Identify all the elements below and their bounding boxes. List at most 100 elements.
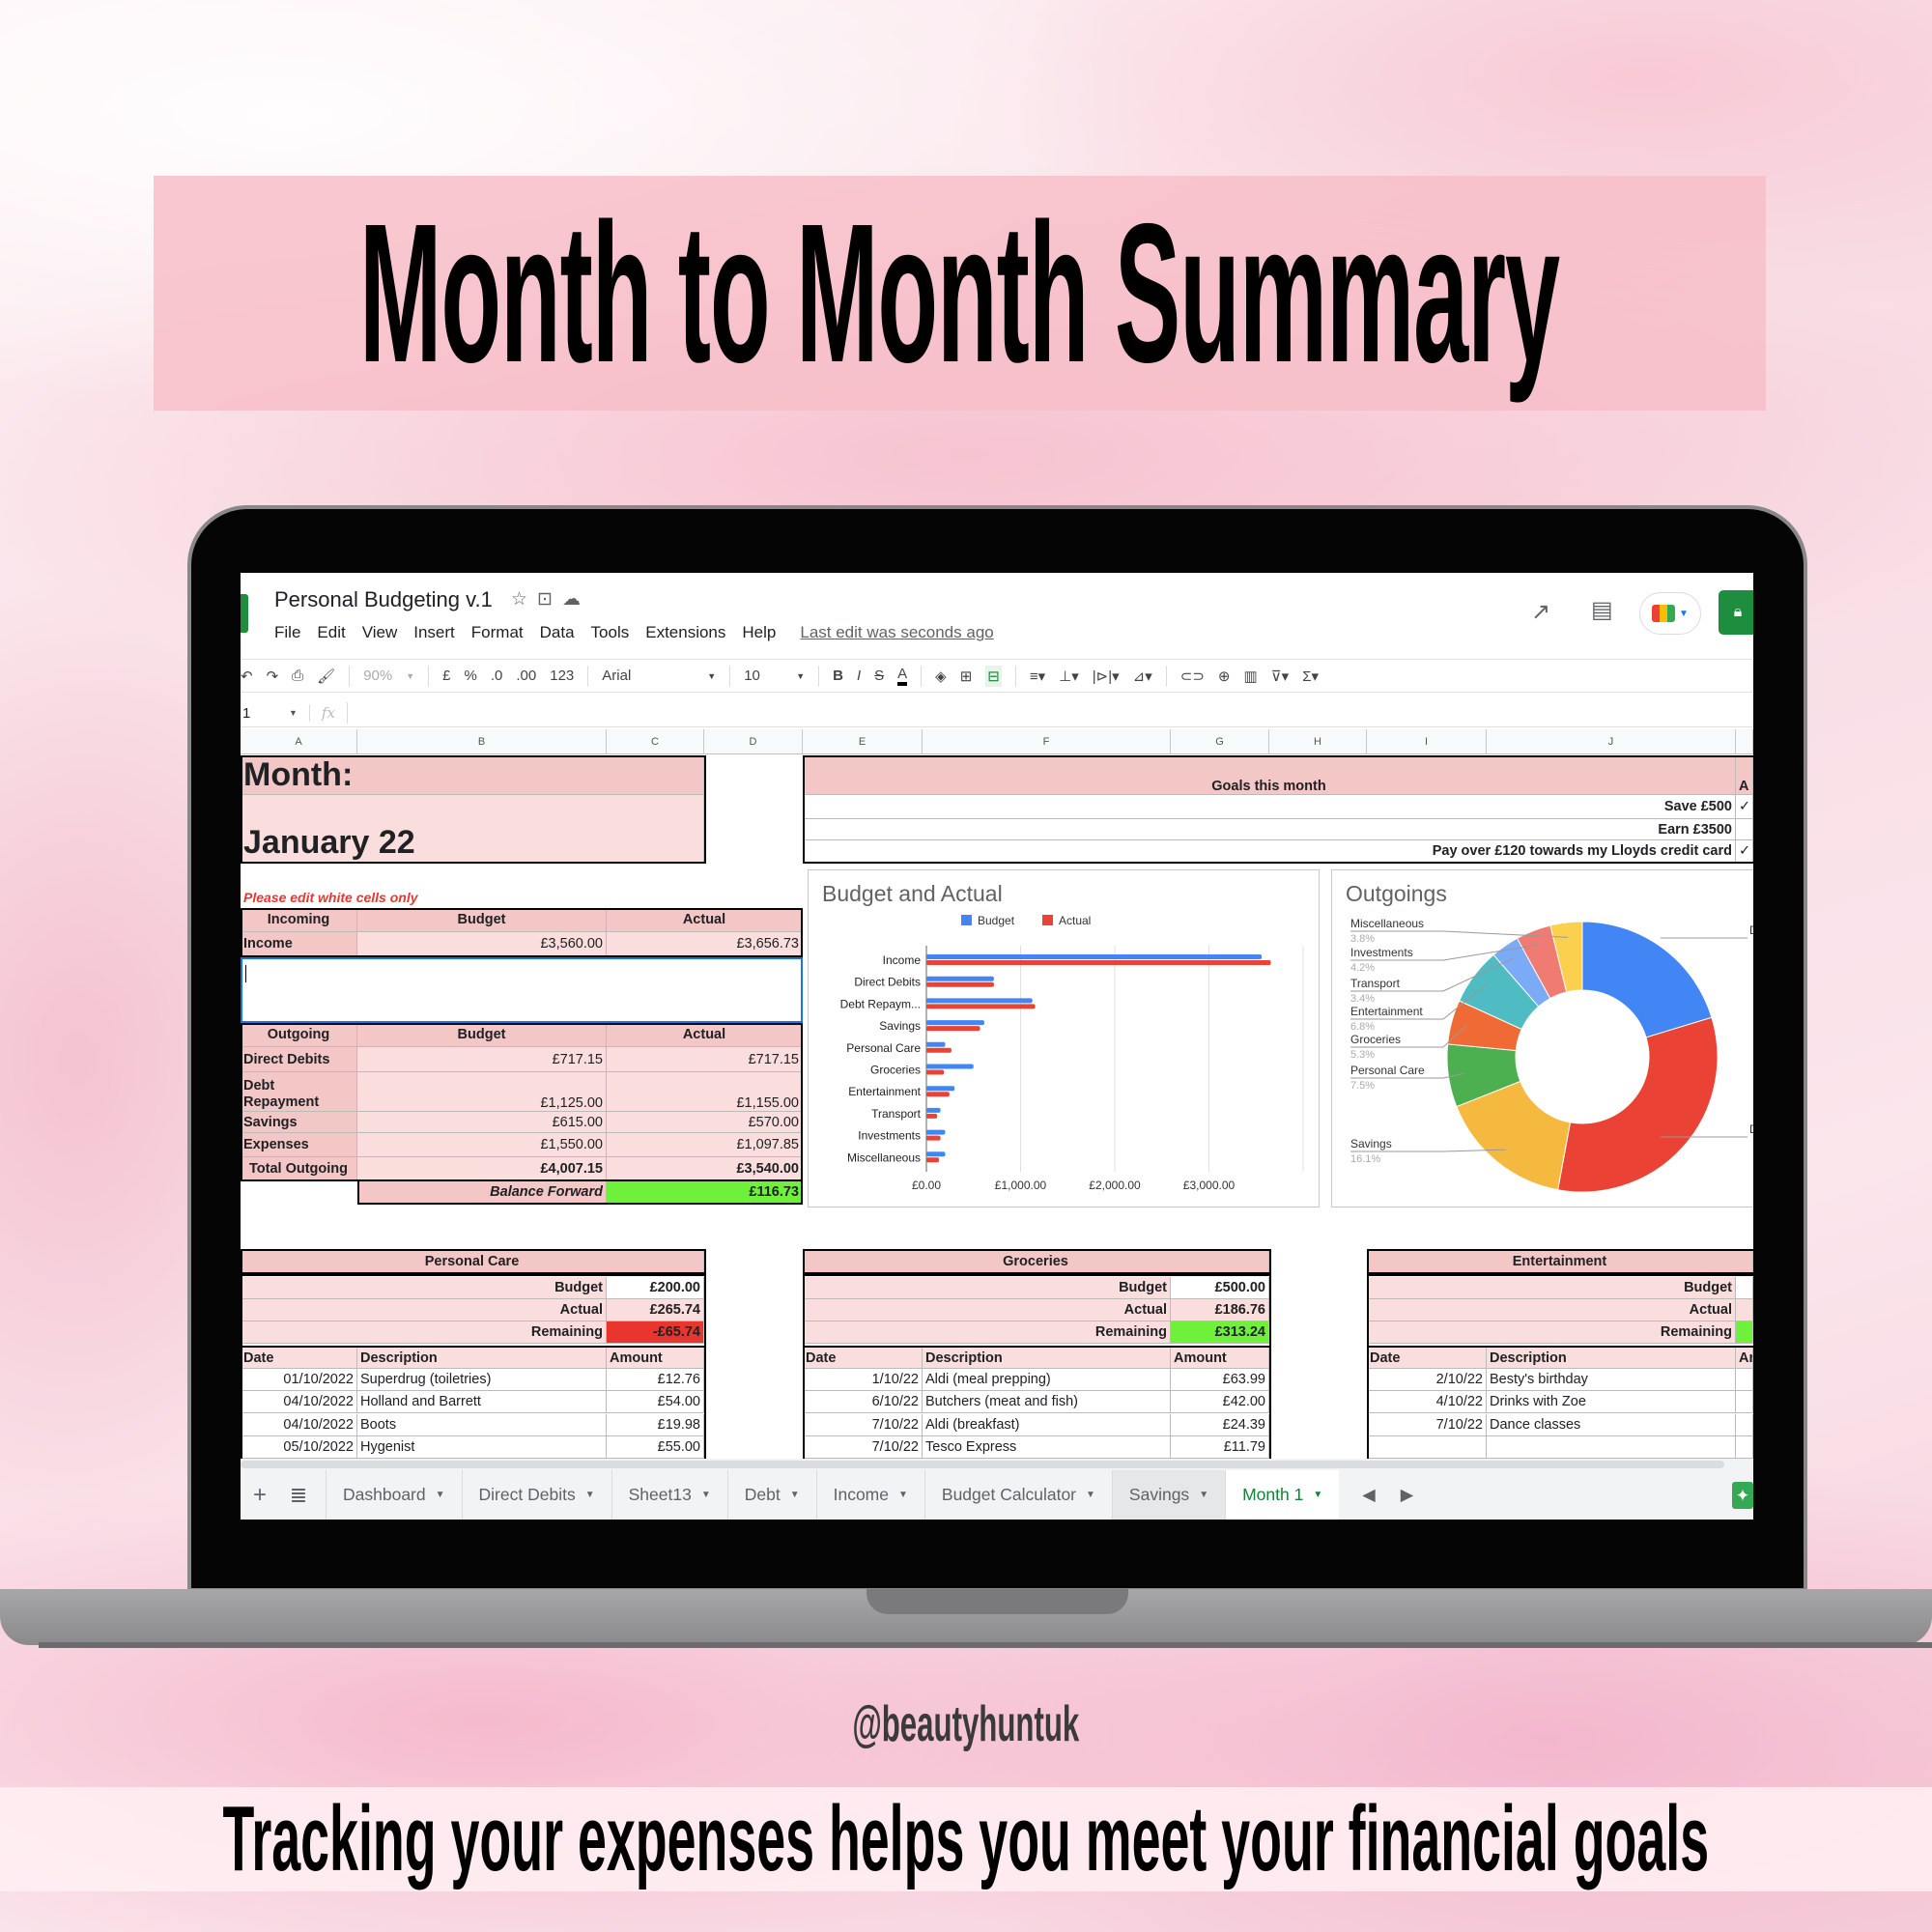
column-header[interactable]: J <box>1487 729 1736 754</box>
cloud-status-icon[interactable]: ☁ <box>562 589 590 610</box>
goal-check[interactable]: ✓ <box>1736 840 1753 863</box>
column-header[interactable]: B <box>357 729 607 754</box>
goal-item[interactable]: Earn £3500 <box>803 819 1736 840</box>
paint-format-icon[interactable]: 🖌︎ <box>317 668 335 685</box>
expense-row[interactable] <box>1736 1369 1753 1391</box>
expense-row[interactable]: 7/10/22 <box>803 1435 923 1459</box>
align-icon[interactable]: ≡▾ <box>1030 668 1045 685</box>
borders-icon[interactable]: ⊞ <box>960 668 973 685</box>
outgoing-row[interactable]: £1,097.85 <box>607 1133 803 1157</box>
currency-format-button[interactable]: £ <box>442 668 450 684</box>
menu-extensions[interactable]: Extensions <box>645 623 725 642</box>
expense-row[interactable]: £11.79 <box>1171 1435 1269 1459</box>
move-folder-icon[interactable]: ⊡ <box>537 589 562 610</box>
expense-row[interactable]: Tesco Express <box>923 1435 1171 1459</box>
expense-row[interactable]: Butchers (meat and fish) <box>923 1391 1171 1414</box>
menu-insert[interactable]: Insert <box>413 623 455 642</box>
column-header[interactable]: G <box>1171 729 1269 754</box>
expense-row[interactable]: Aldi (breakfast) <box>923 1413 1171 1436</box>
expense-row[interactable]: Boots <box>357 1413 607 1436</box>
strikethrough-button[interactable]: S <box>874 668 884 684</box>
sheet-tab-savings[interactable]: Savings ▼ <box>1111 1470 1226 1520</box>
share-lock-button[interactable]: 🔒︎ <box>1719 590 1753 635</box>
increase-decimal-button[interactable]: .00 <box>516 668 536 684</box>
expense-row[interactable]: £63.99 <box>1171 1369 1269 1391</box>
sheet-tab-sheet13[interactable]: Sheet13 ▼ <box>611 1470 727 1520</box>
income-row[interactable]: £3,560.00 <box>357 932 607 956</box>
expense-row[interactable]: 7/10/22 <box>803 1413 923 1436</box>
budget-actual-chart[interactable]: Budget and Actual Budget Actual Income Direc… <box>808 869 1320 1208</box>
outgoing-row[interactable]: £1,550.00 <box>357 1133 607 1157</box>
all-sheets-icon[interactable]: ≣ <box>279 1483 318 1508</box>
expense-row[interactable]: £55.00 <box>607 1435 704 1459</box>
expense-row[interactable] <box>1736 1435 1753 1459</box>
menu-file[interactable]: File <box>274 623 300 642</box>
bold-button[interactable]: B <box>833 668 843 684</box>
star-icon[interactable]: ☆ <box>511 589 537 610</box>
goal-check[interactable]: ✓ <box>1736 795 1753 819</box>
explore-button[interactable]: ✦ <box>1732 1481 1753 1509</box>
functions-icon[interactable]: Σ▾ <box>1302 668 1319 685</box>
filter-icon[interactable]: ⊽▾ <box>1271 668 1290 685</box>
expense-row[interactable] <box>1736 1413 1753 1436</box>
menu-edit[interactable]: Edit <box>317 623 345 642</box>
expense-row[interactable]: 01/10/2022 <box>241 1369 357 1391</box>
font-select[interactable]: Arial <box>602 668 694 684</box>
category-budget-value[interactable] <box>1736 1277 1753 1299</box>
expense-row[interactable]: Dance classes <box>1487 1413 1736 1436</box>
scroll-tabs-right-icon[interactable]: ▶ <box>1401 1485 1413 1505</box>
sheet-tab-direct-debits[interactable]: Direct Debits ▼ <box>461 1470 611 1520</box>
expense-row[interactable] <box>1367 1435 1487 1459</box>
expense-row[interactable]: Hygenist <box>357 1435 607 1459</box>
scroll-tabs-left-icon[interactable]: ◀ <box>1362 1485 1375 1505</box>
outgoing-row[interactable]: £717.15 <box>607 1047 803 1072</box>
outgoings-chart[interactable]: Outgoings Savings 16.1% Personal Care 7.5% Gr… <box>1331 869 1753 1208</box>
selected-cell-input[interactable] <box>241 957 803 1023</box>
column-header[interactable]: I <box>1367 729 1487 754</box>
expense-row[interactable]: Holland and Barrett <box>357 1391 607 1414</box>
expense-row[interactable]: Superdrug (toiletries) <box>357 1369 607 1391</box>
vertical-align-icon[interactable]: ⊥▾ <box>1059 668 1079 685</box>
expense-row[interactable]: £24.39 <box>1171 1413 1269 1436</box>
sheet-tab-debt[interactable]: Debt ▼ <box>726 1470 816 1520</box>
menu-view[interactable]: View <box>362 623 398 642</box>
menu-tools[interactable]: Tools <box>591 623 630 642</box>
expense-row[interactable]: Besty's birthday <box>1487 1369 1736 1391</box>
menu-data[interactable]: Data <box>540 623 575 642</box>
percent-format-button[interactable]: % <box>465 668 477 684</box>
expense-row[interactable]: Drinks with Zoe <box>1487 1391 1736 1414</box>
formula-input[interactable] <box>346 702 1753 724</box>
undo-icon[interactable]: ↶ <box>241 668 253 685</box>
horizontal-scrollbar[interactable] <box>241 1459 1753 1470</box>
column-header[interactable]: H <box>1269 729 1367 754</box>
expense-row[interactable]: 04/10/2022 <box>241 1391 357 1414</box>
activity-trend-icon[interactable]: ↗ <box>1531 598 1550 626</box>
expense-row[interactable]: 04/10/2022 <box>241 1413 357 1436</box>
menu-help[interactable]: Help <box>742 623 776 642</box>
merge-cells-icon[interactable]: ⊟ <box>985 665 1002 687</box>
outgoing-row[interactable]: £717.15 <box>357 1047 607 1072</box>
expense-row[interactable]: 6/10/22 <box>803 1391 923 1414</box>
expense-row[interactable]: 7/10/22 <box>1367 1413 1487 1436</box>
expense-row[interactable]: 1/10/22 <box>803 1369 923 1391</box>
font-size-select[interactable]: 10 <box>744 668 782 684</box>
expense-row[interactable]: Aldi (meal prepping) <box>923 1369 1171 1391</box>
goal-item[interactable]: Pay over £120 towards my Lloyds credit c… <box>803 840 1736 863</box>
column-header[interactable] <box>1736 729 1753 754</box>
decrease-decimal-button[interactable]: .0 <box>491 668 503 684</box>
column-header[interactable]: D <box>704 729 803 754</box>
menu-format[interactable]: Format <box>471 623 524 642</box>
expense-row[interactable] <box>1736 1391 1753 1414</box>
expense-row[interactable]: 2/10/22 <box>1367 1369 1487 1391</box>
sheet-tab-income[interactable]: Income ▼ <box>815 1470 924 1520</box>
text-wrap-icon[interactable]: |⊳|▾ <box>1093 668 1120 685</box>
expense-row[interactable]: £12.76 <box>607 1369 704 1391</box>
more-formats-button[interactable]: 123 <box>550 668 574 684</box>
add-sheet-icon[interactable]: + <box>241 1482 279 1509</box>
column-header[interactable]: E <box>803 729 923 754</box>
text-color-button[interactable]: A <box>897 666 908 686</box>
doc-title[interactable]: Personal Budgeting v.1 <box>274 587 493 612</box>
print-icon[interactable]: ⎙ <box>292 668 303 684</box>
expense-row[interactable]: £54.00 <box>607 1391 704 1414</box>
outgoing-row[interactable]: £1,125.00 <box>357 1072 607 1112</box>
